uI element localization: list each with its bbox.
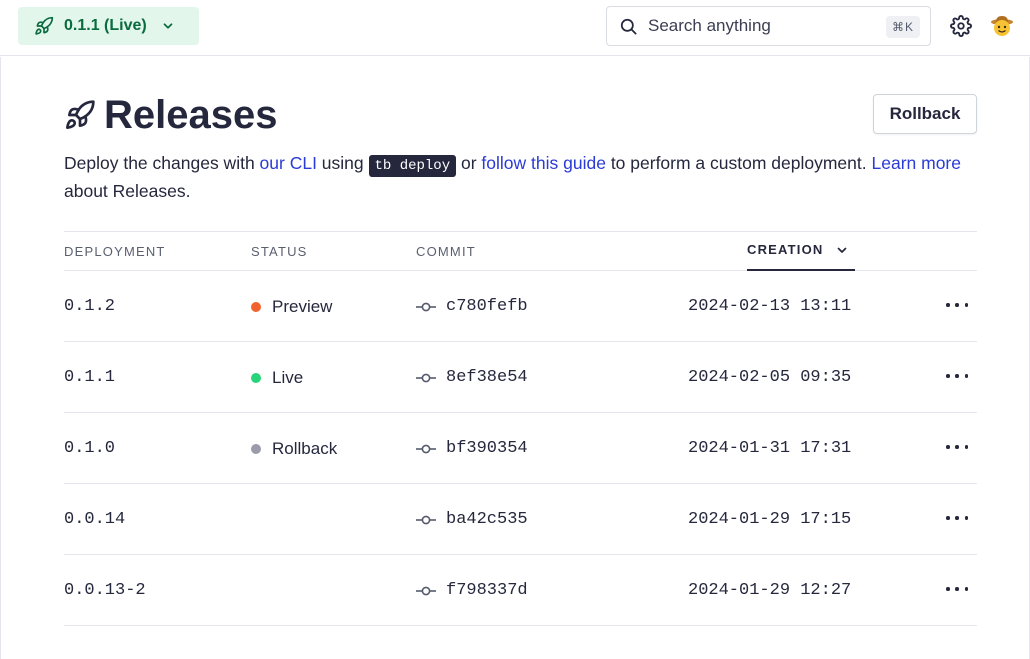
more-icon[interactable] <box>946 579 968 599</box>
more-icon[interactable] <box>946 366 968 386</box>
commit-hash[interactable]: 8ef38e54 <box>446 368 528 387</box>
deployment-version: 0.1.1 <box>64 368 116 387</box>
commit-icon <box>416 444 436 453</box>
rocket-icon <box>35 16 54 35</box>
status-badge: Rollback <box>251 439 337 459</box>
gear-icon[interactable] <box>950 15 972 37</box>
page-header: Releases <box>64 95 277 135</box>
creation-date: 2024-01-29 12:27 <box>688 581 852 600</box>
commit-cell: c780fefb <box>416 297 528 316</box>
more-icon[interactable] <box>946 437 968 457</box>
commit-hash[interactable]: c780fefb <box>446 297 528 316</box>
avatar-icon[interactable] <box>990 14 1014 38</box>
desc-text: or <box>456 153 482 173</box>
table-row[interactable]: 0.1.2 Preview c780fefb 2024-02-13 13:11 <box>64 271 977 342</box>
guide-link[interactable]: follow this guide <box>481 153 606 173</box>
chevron-down-icon <box>163 23 173 29</box>
table-row[interactable]: 0.1.1 Live 8ef38e54 2024-02-05 09:35 <box>64 342 977 413</box>
table-row[interactable]: 0.0.14 ba42c535 2024-01-29 17:15 <box>64 484 977 555</box>
search-box[interactable]: ⌘K <box>606 6 931 46</box>
column-header-deployment: DEPLOYMENT <box>64 244 166 259</box>
top-bar: 0.1.1 (Live) ⌘K <box>0 0 1030 56</box>
page-title: Releases <box>104 93 278 137</box>
status-badge: Live <box>251 368 303 388</box>
rollback-button[interactable]: Rollback <box>873 94 977 134</box>
more-icon[interactable] <box>946 508 968 528</box>
creation-date: 2024-02-05 09:35 <box>688 368 852 387</box>
status-label: Live <box>272 368 304 387</box>
main-content: Releases Rollback Deploy the changes wit… <box>0 57 1030 659</box>
creation-date: 2024-01-31 17:31 <box>688 439 852 458</box>
page-description: Deploy the changes with our CLI using tb… <box>64 151 979 204</box>
column-header-creation[interactable]: CREATION <box>747 232 855 271</box>
rocket-icon <box>66 100 95 129</box>
status-dot <box>251 373 261 383</box>
more-icon[interactable] <box>946 295 968 315</box>
commit-cell: 8ef38e54 <box>416 368 528 387</box>
deploy-command: tb deploy <box>368 155 457 177</box>
commit-icon <box>416 373 436 382</box>
deployment-version: 0.0.14 <box>64 510 126 529</box>
commit-cell: f798337d <box>416 581 528 600</box>
status-dot <box>251 302 261 312</box>
version-selector[interactable]: 0.1.1 (Live) <box>18 7 199 45</box>
releases-table: DEPLOYMENT STATUS COMMIT CREATION 0.1.2 … <box>64 231 977 626</box>
deployment-version: 0.0.13-2 <box>64 581 146 600</box>
commit-hash[interactable]: bf390354 <box>446 439 528 458</box>
creation-date: 2024-01-29 17:15 <box>688 510 852 529</box>
commit-hash[interactable]: f798337d <box>446 581 528 600</box>
chevron-down-icon <box>837 247 846 253</box>
learn-more-link[interactable]: Learn more <box>872 153 962 173</box>
table-row[interactable]: 0.1.0 Rollback bf390354 2024-01-31 17:31 <box>64 413 977 484</box>
search-icon <box>620 18 637 34</box>
commit-icon <box>416 515 436 524</box>
deployment-version: 0.1.0 <box>64 439 116 458</box>
commit-icon <box>416 302 436 311</box>
commit-icon <box>416 586 436 595</box>
status-badge: Preview <box>251 297 332 317</box>
search-shortcut: ⌘K <box>885 16 920 38</box>
desc-text: to perform a custom deployment. <box>605 153 872 173</box>
cli-link[interactable]: our CLI <box>260 153 317 173</box>
deployment-version: 0.1.2 <box>64 297 116 316</box>
desc-text: using <box>316 153 369 173</box>
status-dot <box>251 444 261 454</box>
desc-text: Deploy the changes with <box>64 153 260 173</box>
desc-text: about Releases. <box>64 181 191 201</box>
table-row[interactable]: 0.0.13-2 f798337d 2024-01-29 12:27 <box>64 555 977 626</box>
column-header-creation-label: CREATION <box>747 242 824 257</box>
commit-cell: bf390354 <box>416 439 528 458</box>
creation-date: 2024-02-13 13:11 <box>688 297 852 316</box>
column-header-commit: COMMIT <box>416 244 476 259</box>
column-header-status: STATUS <box>251 244 308 259</box>
status-label: Preview <box>272 297 333 316</box>
version-label: 0.1.1 (Live) <box>64 17 147 34</box>
status-label: Rollback <box>272 439 338 458</box>
commit-hash[interactable]: ba42c535 <box>446 510 528 529</box>
table-header: DEPLOYMENT STATUS COMMIT CREATION <box>64 231 977 271</box>
search-input[interactable] <box>648 16 878 36</box>
commit-cell: ba42c535 <box>416 510 528 529</box>
